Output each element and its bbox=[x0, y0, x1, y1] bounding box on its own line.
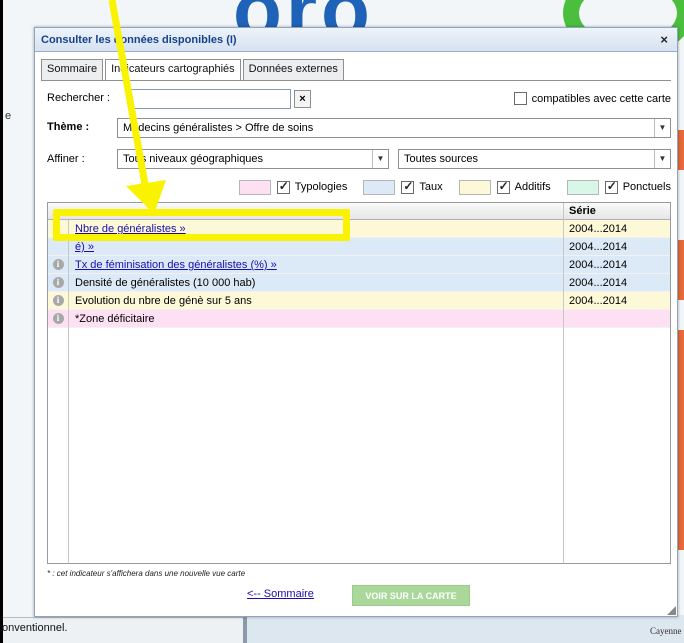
info-icon[interactable]: i bbox=[52, 295, 64, 306]
legend-checkbox[interactable] bbox=[401, 179, 415, 194]
background-map-area[interactable] bbox=[243, 615, 684, 643]
chevron-down-icon: ▼ bbox=[372, 150, 388, 168]
chevron-down-icon: ▼ bbox=[654, 119, 670, 137]
level-select[interactable]: Tous niveaux géographiques ▼ bbox=[117, 149, 389, 169]
compatible-label: compatibles avec cette carte bbox=[531, 92, 671, 105]
info-icon[interactable]: i bbox=[52, 313, 64, 324]
background-map-label: Cayenne bbox=[650, 626, 682, 636]
table-row[interactable]: i *Zone déficitaire bbox=[48, 310, 670, 328]
legend: Typologies Taux Additifs Ponctuels bbox=[223, 179, 671, 195]
legend-swatch bbox=[363, 179, 396, 195]
info-icon[interactable]: i bbox=[52, 277, 64, 288]
dialog-title: Consulter les données disponibles (I) bbox=[41, 33, 237, 46]
tab-sommaire[interactable]: Sommaire bbox=[41, 59, 104, 80]
background-bottom-text: onventionnel. bbox=[2, 622, 68, 634]
table-row[interactable]: i Evolution du nbre de génè sur 5 ans 2004… bbox=[48, 292, 670, 310]
legend-checkbox[interactable] bbox=[604, 179, 618, 194]
theme-select-value: Médecins généralistes > Offre de soins bbox=[123, 122, 314, 134]
serie-cell: 2004...2014 bbox=[563, 292, 670, 310]
serie-column-header[interactable]: Série bbox=[563, 203, 670, 220]
legend-swatch bbox=[566, 179, 599, 195]
dialog-titlebar[interactable]: Consulter les données disponibles (I) × bbox=[35, 28, 677, 52]
annotation-highlight-box bbox=[53, 209, 350, 241]
data-dialog: Consulter les données disponibles (I) × … bbox=[34, 27, 678, 617]
sommaire-link[interactable]: <-- Sommaire bbox=[247, 588, 314, 600]
search-row: Rechercher : × compatibles avec cette ca… bbox=[47, 89, 671, 111]
legend-checkbox[interactable] bbox=[276, 179, 290, 194]
indicator-label: Evolution du nbre de génè sur 5 ans bbox=[75, 295, 252, 307]
chevron-down-icon: ▼ bbox=[654, 150, 670, 168]
serie-cell: 2004...2014 bbox=[563, 238, 670, 256]
tab-donnees-externes[interactable]: Données externes bbox=[242, 59, 344, 80]
serie-cell: 2004...2014 bbox=[563, 256, 670, 274]
legend-label: Ponctuels bbox=[622, 181, 671, 193]
clear-search-button[interactable]: × bbox=[294, 90, 311, 108]
source-select[interactable]: Toutes sources ▼ bbox=[398, 149, 671, 169]
row-info-cell: i bbox=[48, 274, 68, 292]
legend-ponctuels[interactable]: Ponctuels bbox=[566, 179, 671, 195]
legend-swatch bbox=[458, 179, 491, 195]
row-info-cell: i bbox=[48, 310, 68, 328]
table-row[interactable]: i Tx de féminisation des généralistes (%)… bbox=[48, 256, 670, 274]
level-select-value: Tous niveaux géographiques bbox=[123, 153, 264, 165]
resize-handle[interactable] bbox=[667, 606, 676, 615]
legend-additifs[interactable]: Additifs bbox=[458, 179, 551, 195]
compatible-filter[interactable]: compatibles avec cette carte bbox=[513, 92, 671, 105]
legend-swatch bbox=[238, 179, 271, 195]
background-edge-text: e bbox=[5, 110, 12, 122]
indicator-label: Densité de généralistes (10 000 hab) bbox=[75, 277, 256, 289]
theme-select[interactable]: Médecins généralistes > Offre de soins ▼ bbox=[117, 118, 671, 138]
tab-indicateurs[interactable]: Indicateurs cartographiés bbox=[105, 59, 241, 81]
serie-cell: 2004...2014 bbox=[563, 274, 670, 292]
tab-divider bbox=[41, 80, 671, 81]
serie-cell bbox=[563, 310, 670, 328]
theme-label: Thème : bbox=[47, 121, 90, 133]
legend-label: Taux bbox=[419, 181, 443, 193]
row-info-cell: i bbox=[48, 292, 68, 310]
indicator-label[interactable]: Tx de féminisation des généralistes (%) … bbox=[75, 256, 560, 274]
close-icon[interactable]: × bbox=[657, 32, 671, 47]
compatible-checkbox[interactable] bbox=[513, 92, 527, 105]
affiner-label: Affiner : bbox=[47, 153, 85, 165]
info-icon[interactable]: i bbox=[52, 259, 64, 270]
row-info-cell: i bbox=[48, 256, 68, 274]
grid-divider bbox=[563, 220, 564, 563]
legend-label: Typologies bbox=[294, 181, 348, 193]
legend-taux[interactable]: Taux bbox=[363, 179, 443, 195]
indicator-label: *Zone déficitaire bbox=[75, 313, 155, 325]
voir-sur-la-carte-button[interactable]: VOIR SUR LA CARTE bbox=[352, 585, 470, 606]
footnote: * : cet indicateur s'affichera dans une … bbox=[47, 569, 246, 578]
legend-label: Additifs bbox=[514, 181, 551, 193]
search-input[interactable] bbox=[129, 89, 291, 109]
table-row[interactable]: i Densité de généralistes (10 000 hab) 200… bbox=[48, 274, 670, 292]
legend-typologies[interactable]: Typologies bbox=[238, 179, 348, 195]
source-select-value: Toutes sources bbox=[404, 153, 478, 165]
grid-divider bbox=[68, 220, 69, 563]
indicator-grid: Série Nbre de généralistes » 2004...2014 é… bbox=[47, 202, 671, 564]
search-label: Rechercher : bbox=[47, 92, 110, 104]
serie-cell: 2004...2014 bbox=[563, 220, 670, 238]
legend-checkbox[interactable] bbox=[496, 179, 510, 194]
tab-bar: Sommaire Indicateurs cartographiés Donné… bbox=[41, 59, 346, 81]
